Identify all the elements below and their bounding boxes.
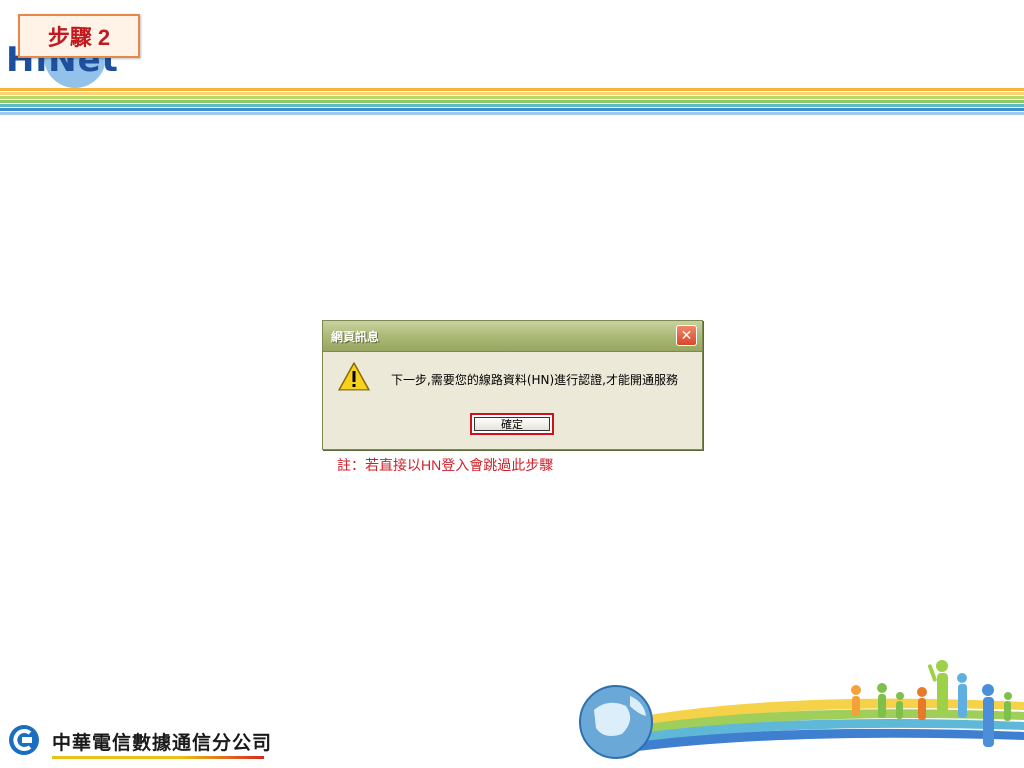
company-name: 中華電信數據通信分公司 [52,732,273,754]
header-stripe [0,112,1024,115]
footer-globe-people-illustration [579,660,1024,759]
company-underline [52,756,264,759]
step-badge: 步驟 2 [18,14,140,58]
note-highlight: HN [421,457,442,473]
ok-button[interactable]: 確定 [470,413,554,435]
dialog-message: 下一步,需要您的線路資料(HN)進行認證,才能開通服務 [391,373,678,387]
ok-button-label: 確定 [474,417,550,431]
note-text: 註：若直接以HN登入會跳過此步驟 [337,455,553,475]
header-stripe [0,92,1024,95]
dialog-titlebar[interactable]: 網頁訊息 ✕ [323,321,702,352]
header-stripes [0,88,1024,120]
header-stripe [0,88,1024,91]
alert-dialog: 網頁訊息 ✕ 下一步,需要您的線路資料(HN)進行認證,才能開通服務 確定 [322,320,703,450]
warning-icon [338,362,370,391]
note-prefix: 註：若直接以 [337,458,421,474]
header-stripe [0,104,1024,107]
header-stripe [0,108,1024,111]
company-logo: 中華電信數據通信分公司 [8,722,271,762]
close-icon[interactable]: ✕ [676,325,697,346]
header-stripe [0,100,1024,103]
note-suffix: 登入會跳過此步驟 [441,458,554,474]
header-stripe [0,96,1024,99]
dialog-title: 網頁訊息 [331,330,380,344]
chunghwa-telecom-icon [9,725,39,755]
